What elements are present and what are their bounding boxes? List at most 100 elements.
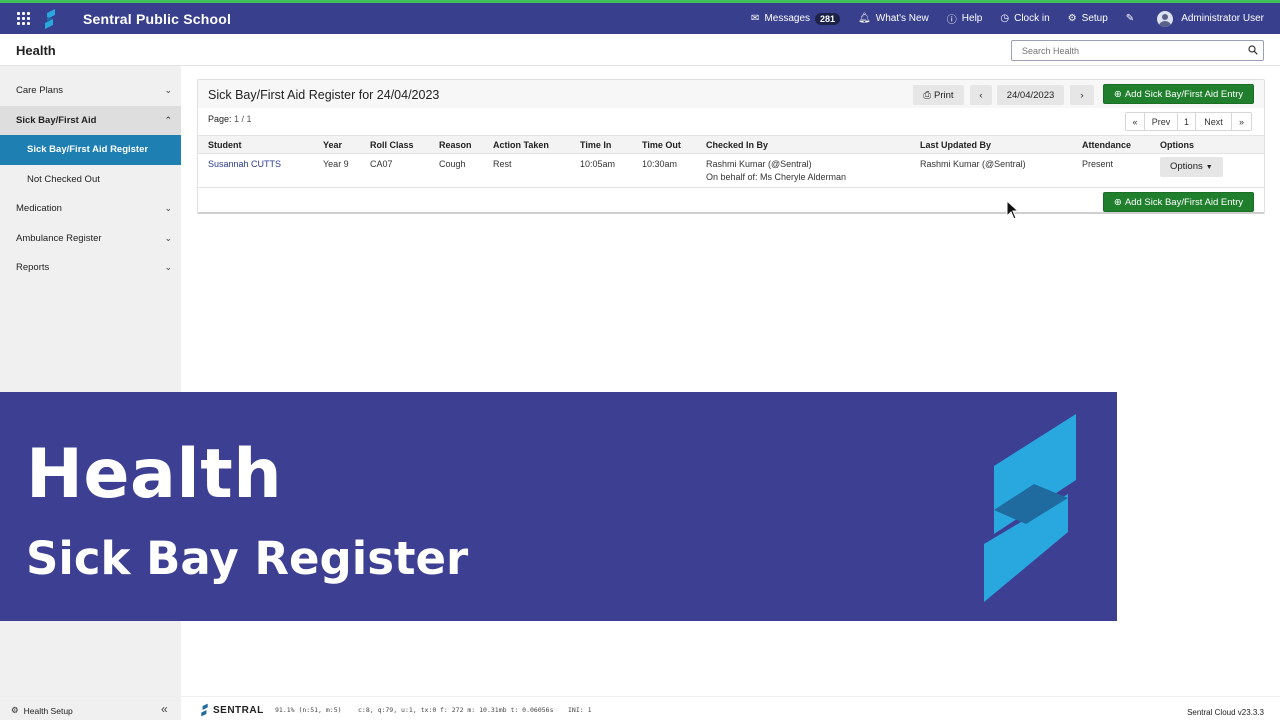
col-header-year[interactable]: Year <box>323 135 370 154</box>
title-banner: Health Sick Bay Register <box>0 392 1117 621</box>
last-page-button[interactable]: » <box>1232 113 1251 130</box>
debug-stat-4: INI: 1 <box>568 706 592 714</box>
chevron-right-icon: › <box>1080 89 1084 101</box>
student-link[interactable]: Susannah CUTTS <box>208 159 281 169</box>
chevron-down-icon: ⌄ <box>164 262 172 273</box>
col-header-reason[interactable]: Reason <box>439 135 493 154</box>
chevron-down-icon: ⌄ <box>164 203 172 214</box>
setup-label: Setup <box>1081 13 1108 24</box>
col-header-attendance[interactable]: Attendance <box>1082 135 1160 154</box>
time-out-cell: 10:30am <box>642 153 706 188</box>
mouse-cursor-icon <box>1006 200 1018 220</box>
debug-stat-2: c:8, q:79, u:1, tx:0 <box>358 706 437 714</box>
first-page-button[interactable]: « <box>1126 113 1145 130</box>
app-launcher-icon[interactable] <box>17 11 31 26</box>
add-entry-button-bottom[interactable]: ⊕ Add Sick Bay/First Aid Entry <box>1103 192 1254 212</box>
col-header-checked-in-by[interactable]: Checked In By <box>706 135 920 154</box>
prev-page-button[interactable]: Prev <box>1145 113 1178 130</box>
page-title: Health <box>16 43 56 58</box>
footer-brand: SENTRAL <box>200 703 264 717</box>
plus-circle-icon: ⊕ <box>1113 88 1122 100</box>
search-input[interactable] <box>1011 40 1264 61</box>
help-link[interactable]: ⓘ Help <box>947 11 983 26</box>
school-name[interactable]: Sentral Public School <box>83 11 231 27</box>
plus-circle-icon: ⊕ <box>1113 196 1122 208</box>
sentral-logo-icon[interactable] <box>43 8 57 29</box>
col-header-time-out[interactable]: Time Out <box>642 135 706 154</box>
sidebar-item-label: Ambulance Register <box>16 232 102 244</box>
setup-link[interactable]: ⚙ Setup <box>1068 13 1108 24</box>
help-icon: ⓘ <box>946 15 957 26</box>
caret-down-icon: ▼ <box>1205 164 1213 171</box>
sidebar-item-care-plans[interactable]: Care Plans ⌄ <box>0 76 181 106</box>
chevron-up-icon: ⌃ <box>164 114 172 125</box>
sidebar-item-ambulance-register[interactable]: Ambulance Register ⌄ <box>0 224 181 254</box>
footer: ⚙ Health Setup « SENTRAL 91.1% (n:51, m:… <box>0 696 1280 720</box>
register-table: Student Year Roll Class Reason Action Ta… <box>198 135 1264 188</box>
sidebar-item-label: Medication <box>16 203 62 215</box>
health-setup-label: Health Setup <box>23 705 73 716</box>
add-entry-label: Add Sick Bay/First Aid Entry <box>1124 196 1244 208</box>
whats-new-label: What's New <box>875 13 929 24</box>
brand-label: SENTRAL <box>213 704 264 716</box>
page-value: 1 / 1 <box>234 114 252 124</box>
clock-icon: ◷ <box>1000 13 1010 24</box>
add-entry-label: Add Sick Bay/First Aid Entry <box>1124 88 1244 100</box>
table-header-row: Student Year Roll Class Reason Action Ta… <box>198 135 1264 154</box>
chevron-down-icon: ⌄ <box>164 232 172 243</box>
gear-icon: ⚙ <box>11 705 19 715</box>
page-header: Health <box>0 34 1280 66</box>
banner-title: Health <box>26 435 283 514</box>
reason-cell: Cough <box>439 153 493 188</box>
clock-in-label: Clock in <box>1014 13 1050 24</box>
year-cell: Year 9 <box>323 153 370 188</box>
search-icon[interactable] <box>1248 45 1258 55</box>
col-header-last-updated-by[interactable]: Last Updated By <box>920 135 1082 154</box>
sidebar-item-label: Sick Bay/First Aid Register <box>27 144 149 156</box>
health-setup-link[interactable]: ⚙ Health Setup <box>11 705 73 716</box>
chevron-down-icon: ⌄ <box>164 85 172 96</box>
print-icon: ⎙ <box>923 89 932 101</box>
sidebar-item-not-checked-out[interactable]: Not Checked Out <box>0 165 181 195</box>
messages-label: Messages <box>764 13 811 24</box>
add-entry-button[interactable]: ⊕ Add Sick Bay/First Aid Entry <box>1103 84 1254 104</box>
previous-date-button[interactable]: ‹ <box>970 85 992 105</box>
version-label: Sentral Cloud v23.3.3 <box>1187 708 1264 717</box>
col-header-student[interactable]: Student <box>198 135 323 154</box>
page-indicator: Page: 1 / 1 <box>208 114 252 124</box>
sidebar-item-label: Care Plans <box>16 85 63 97</box>
sidebar-item-sick-bay-register[interactable]: Sick Bay/First Aid Register <box>0 135 181 165</box>
debug-stat-3: f: 272 m: 10.31mb t: 0.06056s <box>440 706 554 714</box>
collapse-sidebar-icon[interactable]: « <box>161 702 168 716</box>
avatar <box>1157 10 1174 27</box>
messages-link[interactable]: ✉ Messages 281 <box>751 12 841 25</box>
col-header-action-taken[interactable]: Action Taken <box>493 135 580 154</box>
col-header-time-in[interactable]: Time In <box>580 135 642 154</box>
next-date-button[interactable]: › <box>1070 85 1094 105</box>
sidebar-item-reports[interactable]: Reports ⌄ <box>0 253 181 283</box>
clock-in-link[interactable]: ◷ Clock in <box>1000 13 1049 24</box>
sidebar-item-label: Reports <box>16 262 50 274</box>
sidebar-item-sick-bay[interactable]: Sick Bay/First Aid ⌃ <box>0 105 181 135</box>
gear-icon: ⚙ <box>1067 13 1077 24</box>
options-dropdown-button[interactable]: Options ▼ <box>1160 157 1223 177</box>
message-icon: ✉ <box>751 13 760 24</box>
roll-class-cell: CA07 <box>370 153 439 188</box>
sidebar-item-medication[interactable]: Medication ⌄ <box>0 194 181 224</box>
date-picker[interactable]: 24/04/2023 <box>997 85 1064 105</box>
next-page-button[interactable]: Next <box>1196 113 1232 130</box>
bell-icon: 🔔︎ <box>858 13 871 24</box>
banner-subtitle: Sick Bay Register <box>26 532 469 585</box>
user-name: Administrator User <box>1181 13 1264 24</box>
footer-sidebar-area: ⚙ Health Setup « <box>0 697 181 720</box>
magic-wand-link[interactable]: ✎ <box>1126 13 1139 24</box>
page-1-button[interactable]: 1 <box>1178 113 1196 130</box>
col-header-roll-class[interactable]: Roll Class <box>370 135 439 154</box>
top-right-menu: ✉ Messages 281 🔔︎ What's New ⓘ Help ◷ Cl… <box>733 3 1264 34</box>
magic-wand-icon: ✎ <box>1125 13 1135 24</box>
attendance-cell: Present <box>1082 153 1160 188</box>
print-button[interactable]: ⎙ Print <box>913 85 964 105</box>
whats-new-link[interactable]: 🔔︎ What's New <box>858 13 929 24</box>
user-menu[interactable]: Administrator User <box>1157 10 1264 27</box>
sentral-logo-icon <box>984 414 1076 602</box>
